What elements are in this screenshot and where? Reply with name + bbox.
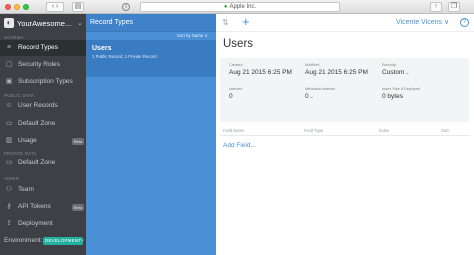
app-icon: ◐ bbox=[4, 18, 14, 28]
column-header-index: Index bbox=[379, 128, 390, 133]
record-types-title: Record Types bbox=[90, 19, 134, 26]
page-title: Users bbox=[223, 38, 254, 50]
beta-badge: Beta bbox=[72, 137, 85, 145]
sidebar-item-deployment[interactable]: ⇪ Deployment bbox=[0, 216, 86, 232]
chevron-down-icon: ⌄ bbox=[309, 94, 314, 100]
add-field-link[interactable]: Add Field... bbox=[223, 142, 256, 149]
sidebar-item-default-zone-private[interactable]: ▭ Default Zone bbox=[0, 155, 86, 171]
record-types-header: Record Types bbox=[86, 14, 216, 32]
app-name: YourAwesome... bbox=[17, 19, 72, 28]
sidebar-item-default-zone-public[interactable]: ▭ Default Zone bbox=[0, 116, 86, 132]
sort-icon[interactable]: ⇅ bbox=[222, 18, 232, 28]
sidebar-item-team[interactable]: ⚇ Team bbox=[0, 182, 86, 198]
sidebar-item-label: Default Zone bbox=[18, 159, 56, 166]
created-value: Aug 21 2015 6:25 PM bbox=[229, 69, 292, 76]
record-type-summary: 1 Public Record, 1 Private Record bbox=[92, 54, 157, 59]
browser-toolbar: ‹ › ▤ i ● Apple Inc. ↑ ❐ bbox=[0, 0, 474, 14]
sidebar-item-record-types[interactable]: ≡ Record Types bbox=[0, 40, 86, 56]
detail-toolbar: ⇅ + Vicente Vicens ∨ ? bbox=[216, 14, 474, 32]
indexes-label: Indexes bbox=[229, 87, 243, 91]
sidebar-item-label: Subscription Types bbox=[18, 78, 73, 85]
security-label: Security bbox=[382, 63, 396, 67]
beta-badge: Beta bbox=[72, 203, 85, 211]
close-window-button[interactable] bbox=[5, 4, 11, 10]
help-icon[interactable]: ? bbox=[460, 18, 469, 27]
metadata-indexes-value: 0 bbox=[305, 93, 309, 100]
divider bbox=[220, 135, 470, 136]
lock-icon: ● bbox=[223, 4, 228, 10]
key-icon: ⚷ bbox=[6, 203, 12, 210]
zone-icon: ▭ bbox=[5, 159, 13, 166]
security-value: Custom bbox=[382, 69, 405, 76]
column-header-sort: Sort bbox=[441, 128, 449, 133]
sort-dropdown[interactable]: Sort by Name ∨ bbox=[177, 33, 208, 39]
app-switcher[interactable]: ◐ YourAwesome... ⌄ bbox=[0, 14, 86, 32]
share-icon[interactable]: ↑ bbox=[430, 2, 442, 12]
sidebar-item-user-records[interactable]: ☺ User Records bbox=[0, 98, 86, 114]
deploy-icon: ⇪ bbox=[6, 220, 12, 227]
indexes-value: 0 bbox=[229, 93, 233, 100]
sidebar: ◐ YourAwesome... ⌄ SCHEMA ≡ Record Types… bbox=[0, 14, 86, 255]
minimize-window-button[interactable] bbox=[14, 4, 20, 10]
sidebar-item-subscription-types[interactable]: ▣ Subscription Types bbox=[0, 74, 86, 90]
sidebar-toggle-icon[interactable]: ▤ bbox=[72, 2, 84, 12]
back-forward-button[interactable]: ‹ › bbox=[46, 2, 64, 12]
list-item[interactable]: Users 1 Public Record, 1 Private Record bbox=[86, 40, 216, 77]
address-bar[interactable]: ● Apple Inc. bbox=[140, 2, 340, 12]
user-menu[interactable]: Vicente Vicens ∨ bbox=[396, 18, 449, 26]
record-metadata: Created Aug 21 2015 6:25 PM Modified Aug… bbox=[220, 58, 469, 122]
sidebar-item-label: Record Types bbox=[18, 44, 58, 51]
sidebar-item-security-roles[interactable]: ▢ Security Roles bbox=[0, 57, 86, 73]
sidebar-item-label: Security Roles bbox=[18, 61, 60, 68]
sidebar-item-label: User Records bbox=[18, 102, 58, 109]
column-header-field-name: Field Name bbox=[223, 128, 245, 133]
sidebar-item-api-tokens[interactable]: ⚷ API Tokens Beta bbox=[0, 199, 86, 215]
environment-label: Environment: bbox=[4, 237, 43, 244]
metadata-indexes-dropdown[interactable]: 0⌄ bbox=[305, 93, 314, 100]
tabs-icon[interactable]: ❐ bbox=[448, 2, 460, 12]
section-label-admin: ADMIN bbox=[4, 176, 19, 181]
chevron-down-icon: ⌄ bbox=[80, 237, 86, 243]
environment-badge: DEVELOPMENT bbox=[43, 236, 84, 245]
chevron-down-icon: ⌄ bbox=[405, 70, 410, 76]
sidebar-item-label: Team bbox=[18, 186, 34, 193]
user-icon: ☺ bbox=[5, 102, 13, 109]
team-icon: ⚇ bbox=[5, 186, 13, 193]
record-types-list: Record Types Sort by Name ∨ Users 1 Publ… bbox=[86, 14, 216, 255]
record-detail-pane: ⇅ + Vicente Vicens ∨ ? Users Created Aug… bbox=[216, 14, 474, 255]
modified-label: Modified bbox=[305, 63, 320, 67]
address-text: Apple Inc. bbox=[229, 4, 257, 10]
environment-selector[interactable]: Environment: DEVELOPMENT ⌄ bbox=[0, 234, 86, 248]
security-dropdown[interactable]: Custom⌄ bbox=[382, 69, 410, 76]
zone-icon: ▭ bbox=[5, 120, 13, 127]
usage-icon: ▥ bbox=[5, 137, 13, 144]
zoom-window-button[interactable] bbox=[23, 4, 29, 10]
info-icon[interactable]: i bbox=[122, 3, 130, 11]
sidebar-item-label: Default Zone bbox=[18, 120, 56, 127]
subscription-icon: ▣ bbox=[5, 78, 13, 85]
sidebar-item-label: Deployment bbox=[18, 220, 53, 227]
list-icon: ≡ bbox=[6, 44, 12, 51]
created-label: Created bbox=[229, 63, 243, 67]
lock-icon: ▢ bbox=[5, 61, 13, 68]
sidebar-item-usage[interactable]: ▥ Usage Beta bbox=[0, 133, 86, 149]
index-size-label: Index Size If Deployed bbox=[382, 87, 420, 91]
sidebar-item-label: API Tokens bbox=[18, 203, 51, 210]
record-type-name: Users bbox=[92, 45, 112, 52]
sidebar-item-label: Usage bbox=[18, 137, 37, 144]
metadata-indexes-label: Metadata Indexes bbox=[305, 87, 336, 91]
add-record-type-button[interactable]: + bbox=[242, 15, 250, 29]
modified-value: Aug 21 2015 6:25 PM bbox=[305, 69, 368, 76]
chevron-down-icon: ⌄ bbox=[77, 20, 83, 27]
index-size-value: 0 bytes bbox=[382, 93, 403, 100]
column-header-field-type: Field Type bbox=[304, 128, 324, 133]
